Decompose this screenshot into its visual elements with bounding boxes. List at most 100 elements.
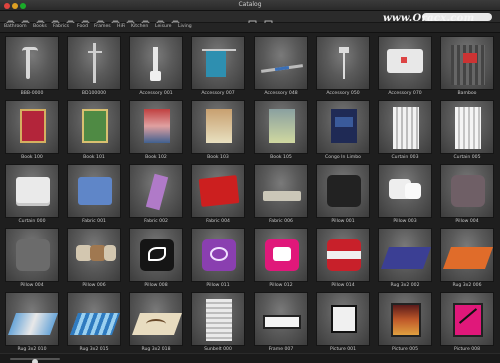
hifi-icon[interactable] [81,13,90,28]
item-thumbnail[interactable] [129,36,183,90]
item-thumbnail[interactable] [191,292,245,346]
catalog-item[interactable]: Congo In Limbo [312,98,374,162]
catalog-item[interactable]: Curtain 000 [1,162,63,226]
living-icon[interactable] [126,13,135,28]
office-icon[interactable] [171,13,180,28]
item-thumbnail[interactable] [378,36,432,90]
item-thumbnail[interactable] [378,164,432,218]
item-thumbnail[interactable] [316,36,370,90]
catalog-item[interactable]: Frame 007 [250,290,312,354]
fabrics-icon[interactable] [36,13,45,28]
item-thumbnail[interactable] [254,164,308,218]
catalog-item[interactable]: BBB-0000 [1,34,63,98]
lighting-icon[interactable] [141,13,150,28]
catalog-item[interactable]: Fabric 001 [63,162,125,226]
item-thumbnail[interactable] [67,292,121,346]
bathroom-icon[interactable] [6,13,15,28]
catalog-item[interactable]: Accessory 048 [250,34,312,98]
tab-food[interactable]: Food [77,24,88,29]
plants-icon[interactable] [156,13,165,28]
catalog-item[interactable]: Fabric 004 [187,162,249,226]
catalog-item[interactable]: Book 103 [187,98,249,162]
catalog-item[interactable]: Book 100 [1,98,63,162]
item-thumbnail[interactable] [316,292,370,346]
catalog-item[interactable]: Rug 3x2 018 [125,290,187,354]
item-thumbnail[interactable] [191,36,245,90]
food-icon[interactable] [51,13,60,28]
item-thumbnail[interactable] [67,100,121,154]
item-thumbnail[interactable] [67,164,121,218]
item-thumbnail[interactable] [440,164,494,218]
catalog-item[interactable]: Rug 3x2 002 [374,226,436,290]
leisure-icon[interactable] [111,13,120,28]
catalog-item[interactable]: Pillow 012 [250,226,312,290]
item-thumbnail[interactable] [191,100,245,154]
item-thumbnail[interactable] [378,100,432,154]
catalog-item[interactable]: Book 102 [125,98,187,162]
catalog-item[interactable]: Fabric 006 [250,162,312,226]
item-thumbnail[interactable] [129,164,183,218]
item-thumbnail[interactable] [67,36,121,90]
catalog-item[interactable]: Curtain 003 [374,98,436,162]
tab-frames[interactable]: Frames [94,24,111,29]
catalog-item[interactable]: Rug 3x2 015 [63,290,125,354]
books-icon[interactable] [21,13,30,28]
tab-living[interactable]: Living [178,24,192,29]
sort-icon[interactable] [264,13,273,28]
tab-leisure[interactable]: Leisure [155,24,172,29]
item-thumbnail[interactable] [254,292,308,346]
item-thumbnail[interactable] [254,100,308,154]
frames-icon[interactable] [66,13,75,28]
catalog-item[interactable]: Pillow 011 [187,226,249,290]
item-thumbnail[interactable] [5,228,59,282]
item-thumbnail[interactable] [316,228,370,282]
catalog-item[interactable]: Picture 008 [436,290,498,354]
item-thumbnail[interactable] [378,292,432,346]
zoom-slider[interactable] [10,358,60,363]
catalog-item[interactable]: Pillow 003 [374,162,436,226]
item-thumbnail[interactable] [316,164,370,218]
catalog-item[interactable]: Fabric 002 [125,162,187,226]
catalog-item[interactable]: Pillow 004 [1,226,63,290]
catalog-item[interactable]: Accessory 001 [125,34,187,98]
kitchen-icon[interactable] [96,13,105,28]
catalog-item[interactable]: Book 101 [63,98,125,162]
item-thumbnail[interactable] [254,228,308,282]
box-icon[interactable] [248,13,257,28]
item-thumbnail[interactable] [129,100,183,154]
catalog-item[interactable]: Pillow 004 [436,162,498,226]
catalog-item[interactable]: Pillow 014 [312,226,374,290]
tab-kitchen[interactable]: Kitchen [131,24,148,29]
item-thumbnail[interactable] [440,292,494,346]
item-thumbnail[interactable] [191,228,245,282]
item-thumbnail[interactable] [254,36,308,90]
item-thumbnail[interactable] [440,228,494,282]
tab-fabrics[interactable]: Fabrics [53,24,69,29]
catalog-item[interactable]: Bamboo [436,34,498,98]
item-thumbnail[interactable] [378,228,432,282]
item-thumbnail[interactable] [5,292,59,346]
catalog-item[interactable]: Curtain 005 [436,98,498,162]
catalog-item[interactable]: Picture 001 [312,290,374,354]
item-thumbnail[interactable] [440,36,494,90]
item-thumbnail[interactable] [5,100,59,154]
catalog-item[interactable]: Accessory 050 [312,34,374,98]
catalog-item[interactable]: Picture 005 [374,290,436,354]
item-thumbnail[interactable] [129,228,183,282]
catalog-item[interactable]: Accessory 070 [374,34,436,98]
zoom-slider-knob[interactable] [32,359,38,363]
catalog-item[interactable]: BD100000 [63,34,125,98]
tab-hifi[interactable]: HiFi [117,24,125,29]
item-thumbnail[interactable] [5,164,59,218]
tab-books[interactable]: Books [33,24,47,29]
item-thumbnail[interactable] [191,164,245,218]
item-thumbnail[interactable] [316,100,370,154]
catalog-item[interactable]: Sunbelt 000 [187,290,249,354]
catalog-item[interactable]: Book 105 [250,98,312,162]
item-thumbnail[interactable] [440,100,494,154]
catalog-item[interactable]: Pillow 008 [125,226,187,290]
item-thumbnail[interactable] [67,228,121,282]
tab-bathroom[interactable]: Bathroom [4,24,27,29]
catalog-item[interactable]: Pillow 006 [63,226,125,290]
item-thumbnail[interactable] [129,292,183,346]
